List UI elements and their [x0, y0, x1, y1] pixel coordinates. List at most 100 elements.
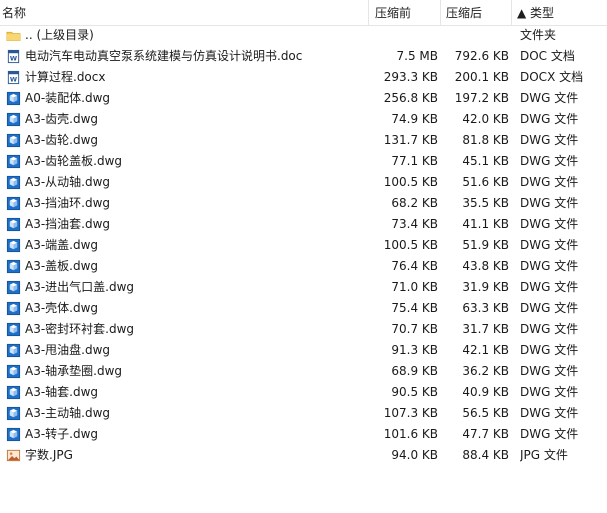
- file-size-compressed: 91.3 KB: [391, 343, 438, 357]
- file-name: A3-齿轮.dwg: [25, 133, 99, 147]
- file-size-compressed: 71.0 KB: [391, 280, 438, 294]
- file-row[interactable]: A3-转子.dwg 101.6 KB 47.7 KB DWG 文件: [0, 424, 607, 445]
- column-header: 名称 压缩前 压缩后 ▲ 类型: [0, 0, 607, 26]
- file-row[interactable]: A3-轴承垫圈.dwg 68.9 KB 36.2 KB DWG 文件: [0, 361, 607, 382]
- file-size-original: 51.9 KB: [462, 238, 509, 252]
- column-resize-handle[interactable]: [511, 0, 512, 25]
- column-resize-handle[interactable]: [368, 0, 369, 25]
- file-row[interactable]: A3-齿轮盖板.dwg 77.1 KB 45.1 KB DWG 文件: [0, 151, 607, 172]
- file-size-compressed: 100.5 KB: [383, 175, 438, 189]
- dwg-file-icon: [6, 88, 22, 109]
- file-type: JPG 文件: [520, 448, 568, 462]
- column-header-original[interactable]: 压缩后: [446, 0, 482, 25]
- file-name: A3-转子.dwg: [25, 427, 99, 441]
- dwg-file-icon: [6, 256, 22, 277]
- column-header-name[interactable]: 名称: [2, 0, 26, 25]
- file-row[interactable]: A3-挡油套.dwg 73.4 KB 41.1 KB DWG 文件: [0, 214, 607, 235]
- file-name: A3-壳体.dwg: [25, 301, 99, 315]
- file-row[interactable]: A3-端盖.dwg 100.5 KB 51.9 KB DWG 文件: [0, 235, 607, 256]
- file-size-compressed: 293.3 KB: [383, 70, 438, 84]
- file-type: DOC 文档: [520, 49, 575, 63]
- file-type: DWG 文件: [520, 301, 579, 315]
- file-type: DWG 文件: [520, 259, 579, 273]
- file-row[interactable]: A3-盖板.dwg 76.4 KB 43.8 KB DWG 文件: [0, 256, 607, 277]
- file-type: DWG 文件: [520, 385, 579, 399]
- file-size-original: 47.7 KB: [462, 427, 509, 441]
- file-row[interactable]: A3-挡油环.dwg 68.2 KB 35.5 KB DWG 文件: [0, 193, 607, 214]
- file-name: A3-挡油环.dwg: [25, 196, 111, 210]
- file-size-original: 36.2 KB: [462, 364, 509, 378]
- file-size-compressed: 131.7 KB: [383, 133, 438, 147]
- file-type: DWG 文件: [520, 91, 579, 105]
- file-name: 字数.JPG: [25, 448, 73, 462]
- file-size-compressed: 75.4 KB: [391, 301, 438, 315]
- dwg-file-icon: [6, 214, 22, 235]
- column-header-type[interactable]: ▲ 类型: [517, 0, 554, 25]
- file-size-original: 63.3 KB: [462, 301, 509, 315]
- file-size-original: 81.8 KB: [462, 133, 509, 147]
- file-size-original: 35.5 KB: [462, 196, 509, 210]
- file-name: .. (上级目录): [25, 28, 94, 42]
- file-type: DWG 文件: [520, 406, 579, 420]
- file-size-compressed: 68.9 KB: [391, 364, 438, 378]
- file-type: DWG 文件: [520, 133, 579, 147]
- file-row[interactable]: W 计算过程.docx 293.3 KB 200.1 KB DOCX 文档: [0, 67, 607, 88]
- dwg-file-icon: [6, 403, 22, 424]
- file-size-compressed: 90.5 KB: [391, 385, 438, 399]
- file-row[interactable]: A3-密封环衬套.dwg 70.7 KB 31.7 KB DWG 文件: [0, 319, 607, 340]
- file-type: DWG 文件: [520, 175, 579, 189]
- file-size-original: 31.7 KB: [462, 322, 509, 336]
- file-size-original: 45.1 KB: [462, 154, 509, 168]
- svg-text:W: W: [10, 55, 18, 63]
- dwg-file-icon: [6, 193, 22, 214]
- file-size-original: 42.1 KB: [462, 343, 509, 357]
- file-row[interactable]: A3-甩油盘.dwg 91.3 KB 42.1 KB DWG 文件: [0, 340, 607, 361]
- file-size-original: 41.1 KB: [462, 217, 509, 231]
- file-size-original: 200.1 KB: [454, 70, 509, 84]
- file-name: A3-端盖.dwg: [25, 238, 99, 252]
- file-size-original: 197.2 KB: [454, 91, 509, 105]
- file-size-original: 40.9 KB: [462, 385, 509, 399]
- file-name: A3-轴承垫圈.dwg: [25, 364, 123, 378]
- file-name: 电动汽车电动真空泵系统建模与仿真设计说明书.doc: [25, 49, 303, 63]
- dwg-file-icon: [6, 109, 22, 130]
- file-name: A0-装配体.dwg: [25, 91, 111, 105]
- file-row[interactable]: .. (上级目录) 文件夹: [0, 25, 607, 46]
- file-size-compressed: 256.8 KB: [383, 91, 438, 105]
- dwg-file-icon: [6, 130, 22, 151]
- column-header-compressed[interactable]: 压缩前: [375, 0, 411, 25]
- file-type: DWG 文件: [520, 112, 579, 126]
- word-doc-icon: W: [6, 46, 22, 67]
- file-name: A3-盖板.dwg: [25, 259, 99, 273]
- file-size-original: 42.0 KB: [462, 112, 509, 126]
- jpg-image-icon: [6, 445, 22, 466]
- file-name: A3-从动轴.dwg: [25, 175, 111, 189]
- file-row[interactable]: A3-进出气口盖.dwg 71.0 KB 31.9 KB DWG 文件: [0, 277, 607, 298]
- file-row[interactable]: A3-从动轴.dwg 100.5 KB 51.6 KB DWG 文件: [0, 172, 607, 193]
- file-size-compressed: 100.5 KB: [383, 238, 438, 252]
- file-size-original: 56.5 KB: [462, 406, 509, 420]
- file-type: DOCX 文档: [520, 70, 584, 84]
- file-row[interactable]: A3-壳体.dwg 75.4 KB 63.3 KB DWG 文件: [0, 298, 607, 319]
- file-size-original: 792.6 KB: [454, 49, 509, 63]
- file-size-original: 31.9 KB: [462, 280, 509, 294]
- file-row[interactable]: A3-轴套.dwg 90.5 KB 40.9 KB DWG 文件: [0, 382, 607, 403]
- file-size-compressed: 7.5 MB: [396, 49, 438, 63]
- dwg-file-icon: [6, 382, 22, 403]
- file-type: DWG 文件: [520, 217, 579, 231]
- dwg-file-icon: [6, 298, 22, 319]
- file-name: A3-密封环衬套.dwg: [25, 322, 135, 336]
- file-size-original: [440, 25, 509, 46]
- file-name: A3-齿壳.dwg: [25, 112, 99, 126]
- file-row[interactable]: A3-齿轮.dwg 131.7 KB 81.8 KB DWG 文件: [0, 130, 607, 151]
- file-size-compressed: 94.0 KB: [391, 448, 438, 462]
- dwg-file-icon: [6, 172, 22, 193]
- file-row[interactable]: A0-装配体.dwg 256.8 KB 197.2 KB DWG 文件: [0, 88, 607, 109]
- file-row[interactable]: A3-主动轴.dwg 107.3 KB 56.5 KB DWG 文件: [0, 403, 607, 424]
- file-row[interactable]: W 电动汽车电动真空泵系统建模与仿真设计说明书.doc 7.5 MB 792.6 KB…: [0, 46, 607, 67]
- file-list: 名称 压缩前 压缩后 ▲ 类型 .. (上级目录) 文件夹 W 电动汽车电动真空泵系统…: [0, 0, 607, 513]
- file-row[interactable]: 字数.JPG 94.0 KB 88.4 KB JPG 文件: [0, 445, 607, 466]
- column-resize-handle[interactable]: [440, 0, 441, 25]
- svg-text:W: W: [10, 76, 18, 84]
- file-row[interactable]: A3-齿壳.dwg 74.9 KB 42.0 KB DWG 文件: [0, 109, 607, 130]
